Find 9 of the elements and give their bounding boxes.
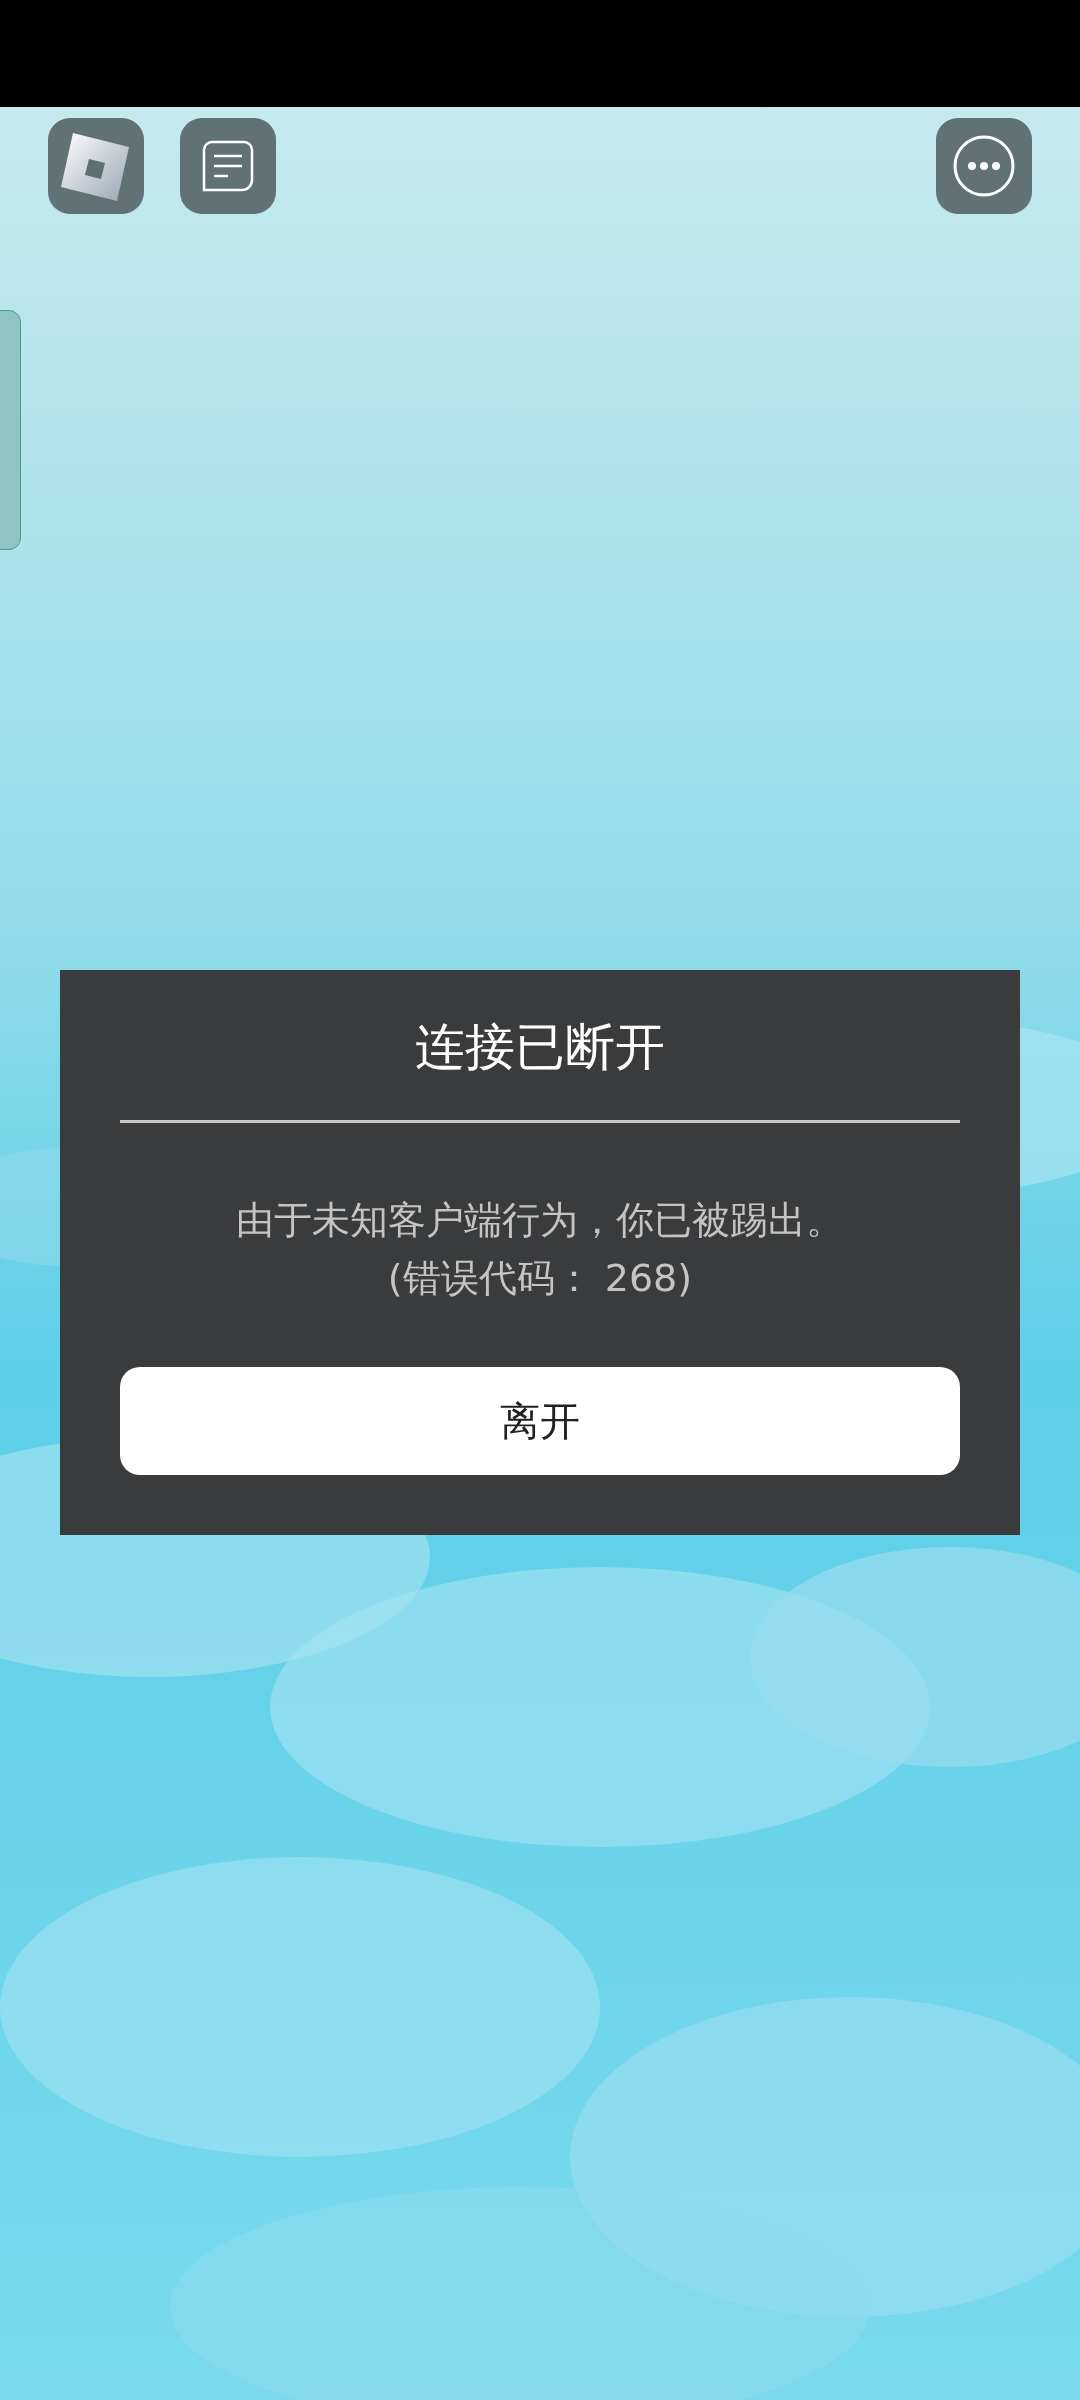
logo-button[interactable] xyxy=(48,118,144,214)
dialog-title: 连接已断开 xyxy=(415,1017,665,1078)
chat-icon xyxy=(202,140,254,192)
more-button[interactable] xyxy=(936,118,1032,214)
dialog-message: 由于未知客户端行为，你已被踢出。 xyxy=(236,1197,844,1244)
chat-button[interactable] xyxy=(180,118,276,214)
leave-button[interactable]: 离开 xyxy=(120,1367,960,1475)
more-icon xyxy=(953,135,1015,197)
dialog-message: (错误代码： 268) xyxy=(387,1255,693,1302)
